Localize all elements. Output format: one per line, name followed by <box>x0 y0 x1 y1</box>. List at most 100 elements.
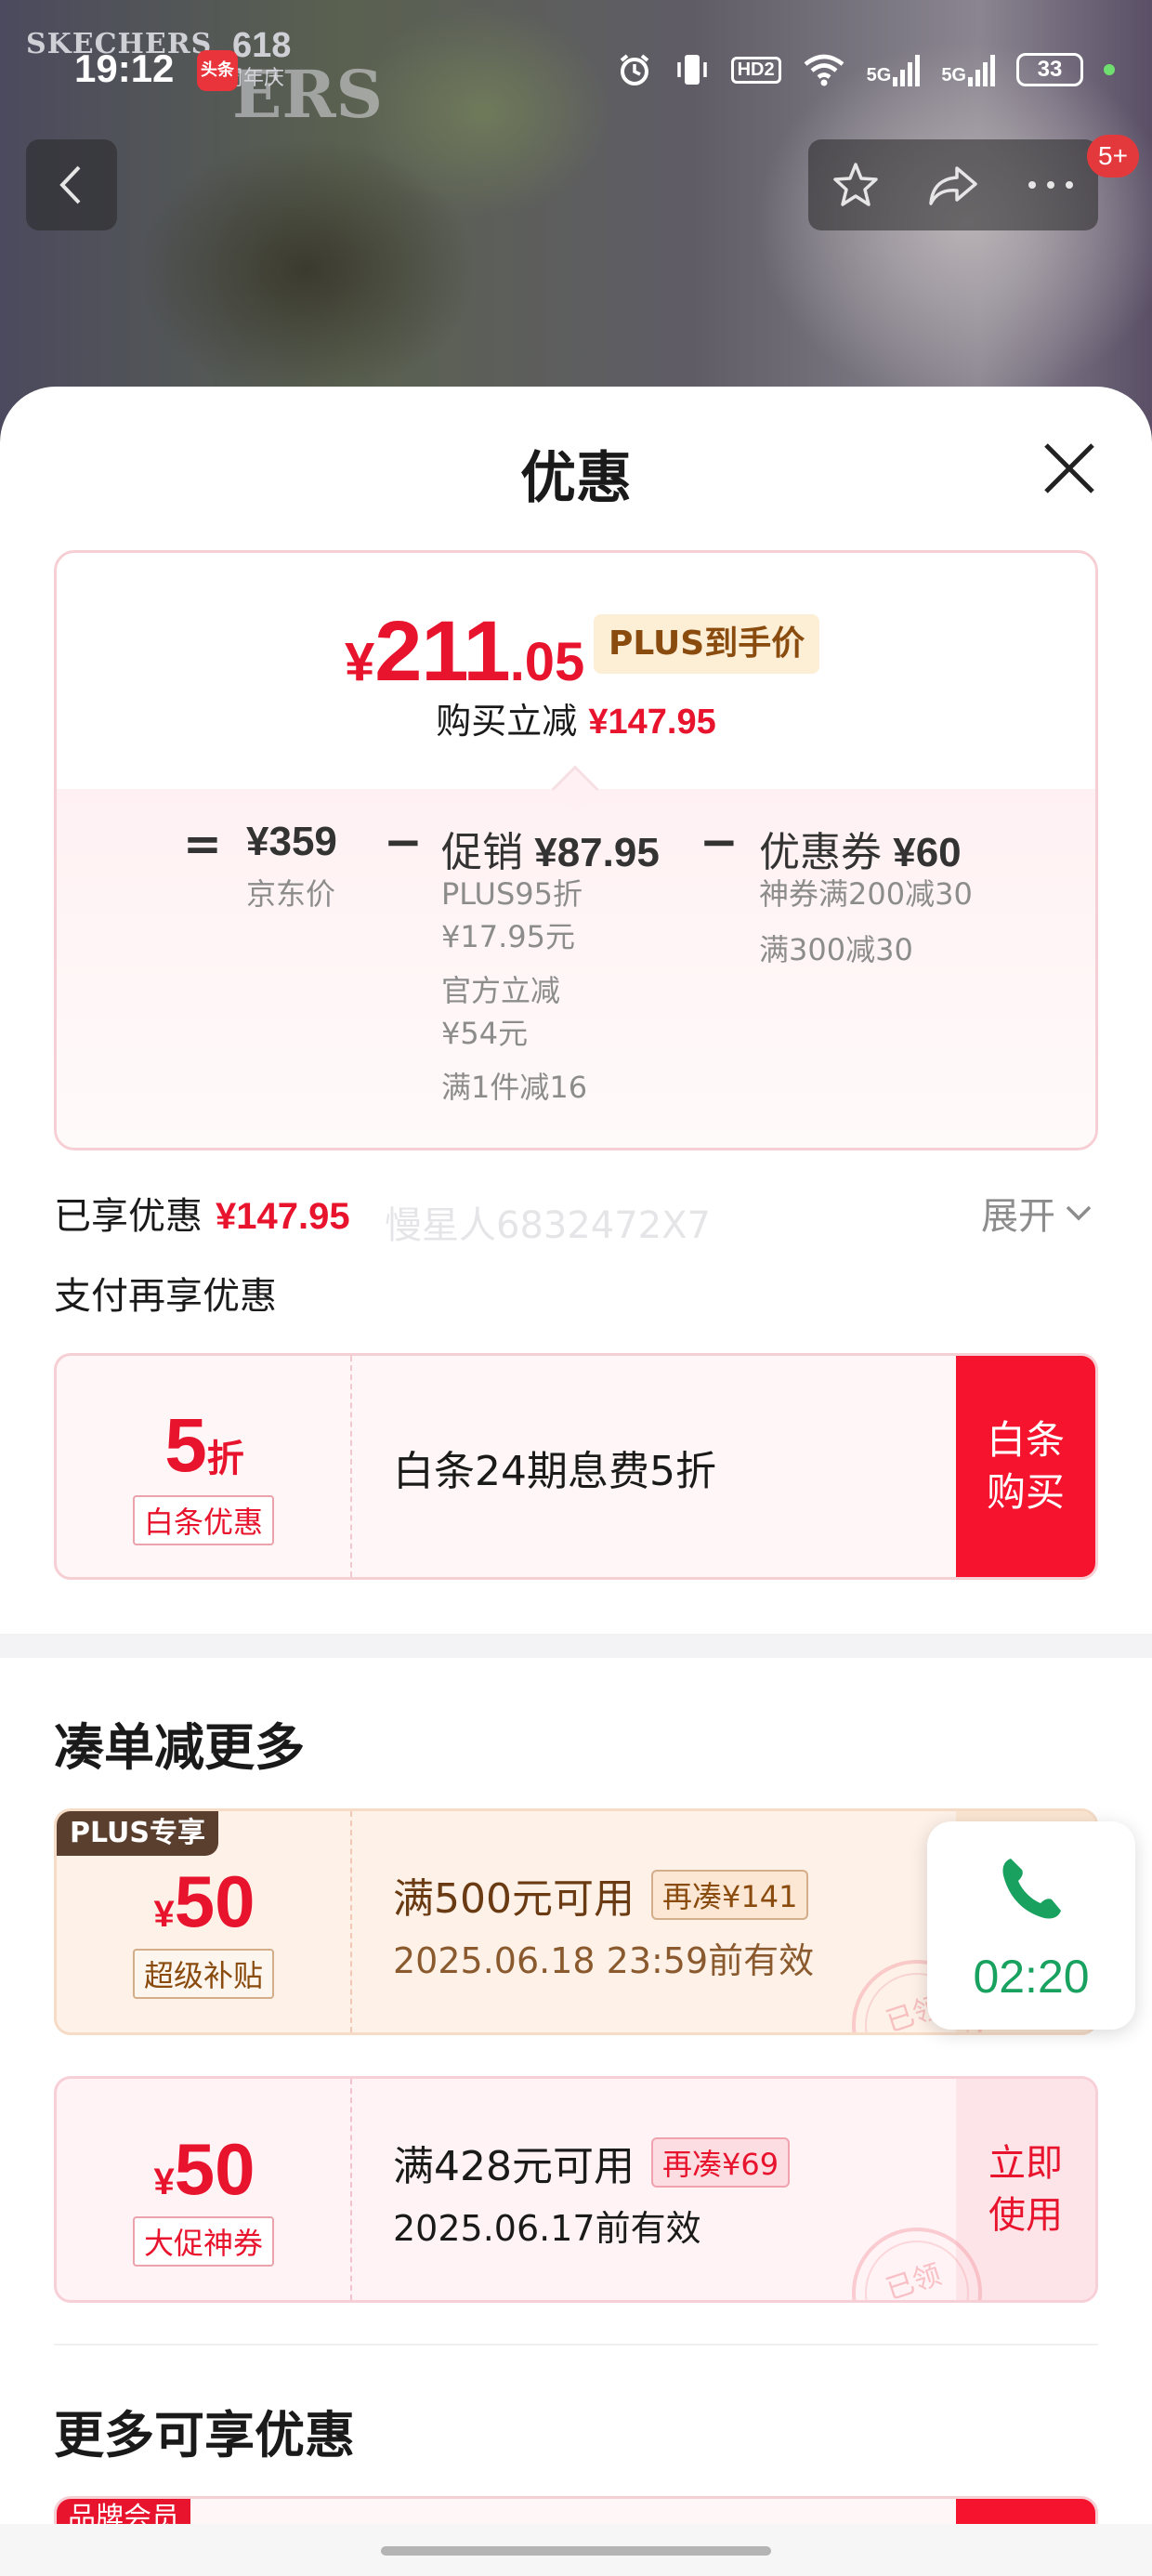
close-icon[interactable] <box>1039 438 1100 499</box>
sheet-title: 优惠 <box>520 446 632 511</box>
action-line: 立即 <box>988 2142 1063 2185</box>
coupon-currency: ¥ <box>153 2162 175 2202</box>
hd-voice-icon: HD2 <box>730 56 781 84</box>
reduce-line: 购买立减 ¥147.95 <box>57 692 1095 743</box>
share-icon[interactable] <box>925 159 981 211</box>
coupon-amount: ¥60 <box>893 830 962 875</box>
condition-text: 满428元可用 <box>393 2143 635 2190</box>
discount-unit: 折 <box>206 1438 244 1480</box>
section-title-more-orders: 凑单减更多 <box>54 1718 305 1777</box>
pay-more-title: 支付再享优惠 <box>54 1275 277 1318</box>
baitiao-left: 5折 白条优惠 <box>57 1356 352 1577</box>
condition-text: 满500元可用 <box>393 1875 635 1923</box>
coupon-left: PLUS专享 ¥50 超级补贴 <box>57 1811 352 2032</box>
brand-member-tag: 品牌会员 <box>57 2499 190 2524</box>
buy-line: 购买 <box>986 1469 1065 1515</box>
add-more-tag: 再凑¥141 <box>650 1870 809 1920</box>
price-formula: = ¥359 京东价 − 促销 ¥87.95 PLUS95折 ¥17.95元 官… <box>57 789 1095 1148</box>
chevron-down-icon <box>1066 1205 1092 1221</box>
baitiao-description: 白条24期息费5折 <box>393 1448 716 1495</box>
minus-sign: − <box>700 815 739 869</box>
divider <box>54 2344 1098 2346</box>
plus-price-tag: PLUS到手价 <box>594 614 820 674</box>
wifi-icon <box>804 54 844 86</box>
promo-line: PLUS95折 <box>441 876 583 912</box>
jd-price-label: 京东价 <box>246 876 336 912</box>
coupon-value: ¥50 <box>57 2127 352 2212</box>
promo-amount: ¥87.95 <box>534 830 660 875</box>
coupon-amount: 50 <box>174 2128 255 2210</box>
alarm-icon <box>620 54 648 85</box>
coupon-validity: 2025.06.17前有效 <box>393 2208 701 2249</box>
reduce-label: 购买立减 <box>436 701 578 742</box>
more-icon[interactable] <box>1025 176 1077 194</box>
coupon-tag: 超级补贴 <box>132 1949 275 1999</box>
price-decimal: .05 <box>509 632 585 692</box>
coupon-amount: 50 <box>174 1860 255 1942</box>
promo-total: 促销 ¥87.95 <box>441 819 660 878</box>
action-line: 使用 <box>988 2194 1063 2237</box>
discount-sheet: 优惠 ¥211.05 PLUS到手价 购买立减 ¥147.95 = ¥359 京… <box>0 387 1152 2524</box>
minus-sign: − <box>384 815 423 869</box>
battery-indicator: 33 <box>1016 53 1083 86</box>
enjoyed-amount: ¥147.95 <box>216 1196 350 1237</box>
offer-card-partial[interactable]: 品牌会员 <box>54 2496 1098 2524</box>
equals-sign: = <box>183 817 222 871</box>
message-badge: 5+ <box>1087 135 1139 177</box>
baitiao-buy-button[interactable]: 白条 购买 <box>956 1356 1095 1577</box>
baitiao-tag: 白条优惠 <box>132 1495 275 1545</box>
coupon-card[interactable]: ¥50 大促神券 满428元可用 再凑¥69 2025.06.17前有效 立即使… <box>54 2076 1098 2303</box>
toutiao-app-icon: 头条 <box>197 50 238 91</box>
user-watermark: 慢星人6832472X7 <box>385 1204 711 1247</box>
expand-label: 展开 <box>981 1195 1055 1238</box>
home-indicator[interactable] <box>381 2546 771 2556</box>
jd-price: ¥359 <box>246 819 337 864</box>
expand-button[interactable]: 展开 <box>981 1186 1093 1240</box>
top-action-group <box>808 139 1098 230</box>
star-icon[interactable] <box>830 159 882 211</box>
system-nav-bar <box>0 2524 1152 2576</box>
plus-exclusive-tag: PLUS专享 <box>57 1811 219 1856</box>
back-button[interactable] <box>26 139 117 230</box>
coupon-value: ¥50 <box>57 1860 352 1944</box>
final-price: ¥211.05 <box>345 603 584 701</box>
chevron-left-icon <box>59 165 81 204</box>
promo-label: 促销 <box>441 829 523 876</box>
add-more-tag: 再凑¥69 <box>650 2137 791 2188</box>
signal-type-1: 5G <box>866 65 892 85</box>
coupon-total: 优惠券 ¥60 <box>759 819 962 878</box>
promo-line: ¥54元 <box>441 1016 529 1051</box>
charging-dot <box>1104 64 1115 75</box>
coupon-currency: ¥ <box>153 1894 175 1935</box>
coupon-tag: 大促神券 <box>132 2216 275 2267</box>
section-title-more-offers: 更多可享优惠 <box>54 2406 355 2464</box>
section-divider <box>0 1634 1152 1658</box>
price-currency: ¥ <box>345 632 375 692</box>
offer-action-partial[interactable] <box>956 2499 1095 2524</box>
buy-line: 白条 <box>986 1417 1065 1463</box>
coupon-left: ¥50 大促神券 <box>57 2079 352 2300</box>
status-bar: 19:12 头条 HD2 5G 5G 33 <box>0 37 1152 102</box>
promo-line: ¥17.95元 <box>441 919 575 954</box>
promo-line: 满1件减16 <box>441 1070 588 1105</box>
call-duration: 02:20 <box>973 1951 1090 2003</box>
promo-line: 官方立减 <box>441 973 561 1008</box>
status-icons: HD2 5G 5G 33 <box>616 46 1115 93</box>
price-integer: 211 <box>374 604 510 699</box>
phone-icon <box>1002 1859 1061 1919</box>
enjoyed-discount: 已享优惠 ¥147.95 <box>54 1186 350 1240</box>
vibrate-icon <box>676 55 707 85</box>
call-timer-widget[interactable]: 02:20 <box>927 1821 1135 2030</box>
signal-type-2: 5G <box>941 65 966 85</box>
price-breakdown-card: ¥211.05 PLUS到手价 购买立减 ¥147.95 = ¥359 京东价 … <box>54 550 1098 1150</box>
coupon-validity: 2025.06.18 23:59前有效 <box>393 1940 815 1981</box>
coupon-condition: 满500元可用 再凑¥141 <box>393 1865 809 1925</box>
discount-number: 5 <box>164 1403 207 1488</box>
enjoyed-label: 已享优惠 <box>54 1195 203 1238</box>
final-price-section: ¥211.05 PLUS到手价 购买立减 ¥147.95 <box>57 553 1095 789</box>
baitiao-discount: 5折 <box>57 1402 352 1490</box>
status-time: 19:12 <box>74 46 175 90</box>
baitiao-offer-card[interactable]: 5折 白条优惠 白条24期息费5折 白条购买 <box>54 1353 1098 1580</box>
coupon-line: 满300减30 <box>759 932 913 967</box>
signal-icon <box>893 55 921 86</box>
